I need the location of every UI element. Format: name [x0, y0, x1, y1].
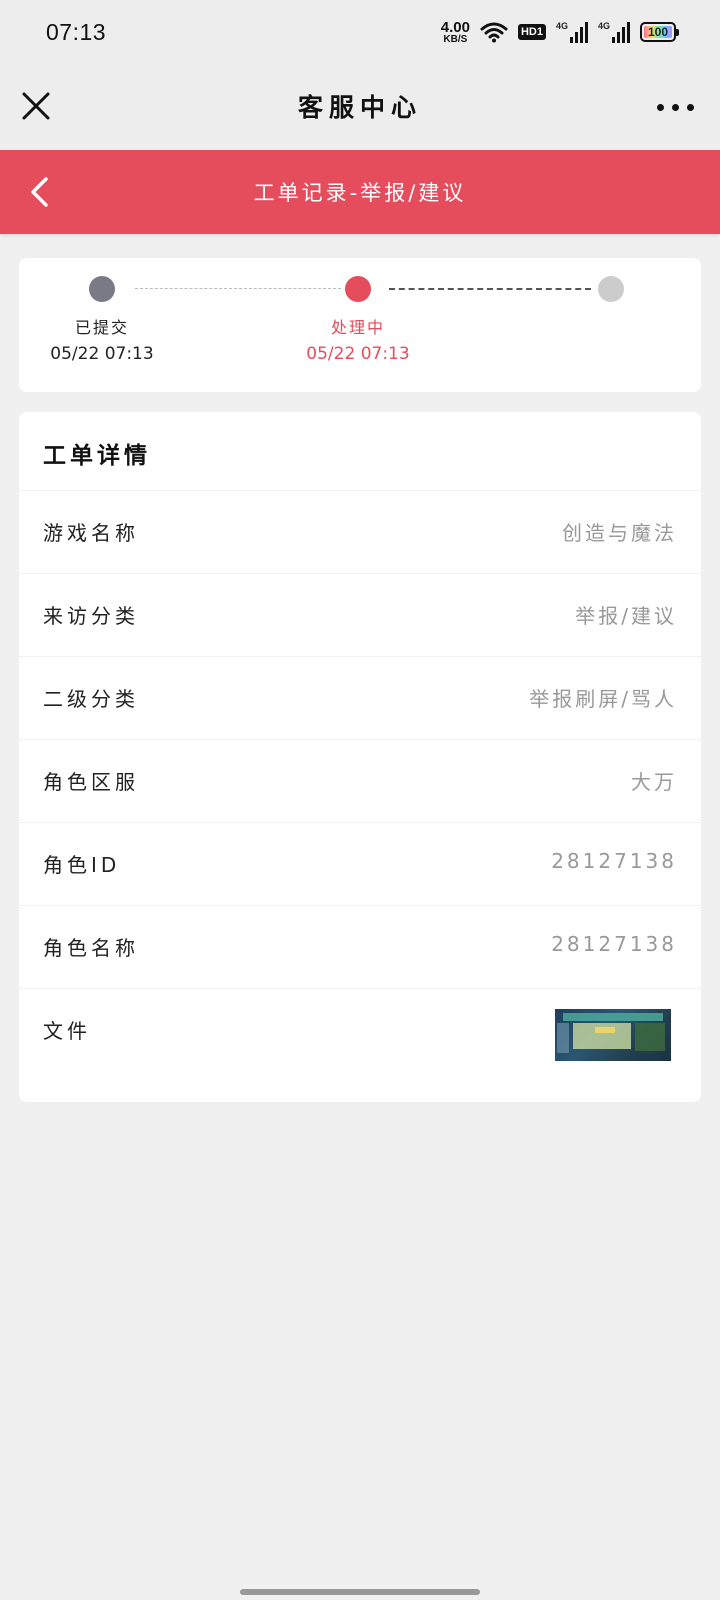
step-label-processing: 处理中	[330, 318, 385, 337]
signal-label: 4G	[556, 21, 569, 31]
wifi-icon	[480, 22, 508, 43]
row-value: 举报刷屏/骂人	[529, 687, 677, 711]
step-dot-submitted	[89, 276, 115, 302]
more-dots-icon[interactable]	[657, 104, 694, 111]
row-value: 大万	[631, 770, 677, 794]
row-label: 来访分类	[43, 604, 139, 628]
nav-title: 客服中心	[297, 93, 422, 122]
row-value: 28127138	[551, 932, 677, 956]
status-bar: 07:13 4.00 KB/S HD1 4G 4G 100	[0, 0, 720, 64]
battery-icon: 100	[640, 22, 679, 42]
network-speed: 4.00 KB/S	[441, 20, 470, 45]
status-icons: 4.00 KB/S HD1 4G 4G 100	[441, 20, 679, 45]
detail-row-role-name: 角色名称 28127138	[19, 905, 701, 988]
step-dot-pending	[598, 276, 624, 302]
step-time-processing: 05/22 07:13	[306, 344, 410, 364]
ticket-details: 工单详情 游戏名称 创造与魔法 来访分类 举报/建议 二级分类 举报刷屏/骂人 …	[19, 412, 701, 1102]
step-dot-processing	[345, 276, 371, 302]
row-label: 游戏名称	[43, 521, 139, 545]
page-title: 工单记录-举报/建议	[253, 181, 467, 205]
signal-icon: 4G	[556, 21, 588, 43]
row-label: 文件	[43, 1019, 91, 1043]
page-header: 工单记录-举报/建议	[0, 150, 720, 234]
progress-line-active	[389, 288, 591, 290]
battery-level: 100	[647, 25, 669, 39]
step-time-submitted: 05/22 07:13	[50, 344, 154, 364]
detail-row-sub-category: 二级分类 举报刷屏/骂人	[19, 656, 701, 739]
row-label: 角色区服	[43, 770, 139, 794]
progress-tracker: 已提交 05/22 07:13 处理中 05/22 07:13	[19, 258, 701, 392]
network-speed-unit: KB/S	[443, 33, 468, 45]
details-title: 工单详情	[43, 443, 151, 469]
progress-line	[135, 288, 341, 289]
row-label: 角色ID	[43, 853, 121, 877]
signal-label: 4G	[598, 21, 611, 31]
signal-icon: 4G	[598, 21, 630, 43]
detail-row-visit-category: 来访分类 举报/建议	[19, 573, 701, 656]
row-value: 创造与魔法	[562, 521, 677, 545]
detail-row-role-id: 角色ID 28127138	[19, 822, 701, 905]
detail-row-game-name: 游戏名称 创造与魔法	[19, 490, 701, 573]
detail-row-server: 角色区服 大万	[19, 739, 701, 822]
network-speed-value: 4.00	[440, 18, 470, 36]
detail-row-file: 文件	[19, 988, 701, 1071]
row-label: 角色名称	[43, 936, 139, 960]
status-time: 07:13	[46, 18, 107, 45]
home-indicator[interactable]	[240, 1589, 480, 1595]
row-value: 28127138	[551, 849, 677, 873]
close-icon[interactable]	[20, 90, 52, 122]
top-nav: 客服中心	[0, 64, 720, 148]
hd-badge: HD1	[517, 24, 546, 40]
attachment-thumbnail[interactable]	[555, 1009, 671, 1061]
step-label-submitted: 已提交	[74, 318, 129, 337]
chevron-left-icon[interactable]	[26, 176, 54, 208]
row-value: 举报/建议	[575, 604, 677, 628]
row-label: 二级分类	[43, 687, 139, 711]
